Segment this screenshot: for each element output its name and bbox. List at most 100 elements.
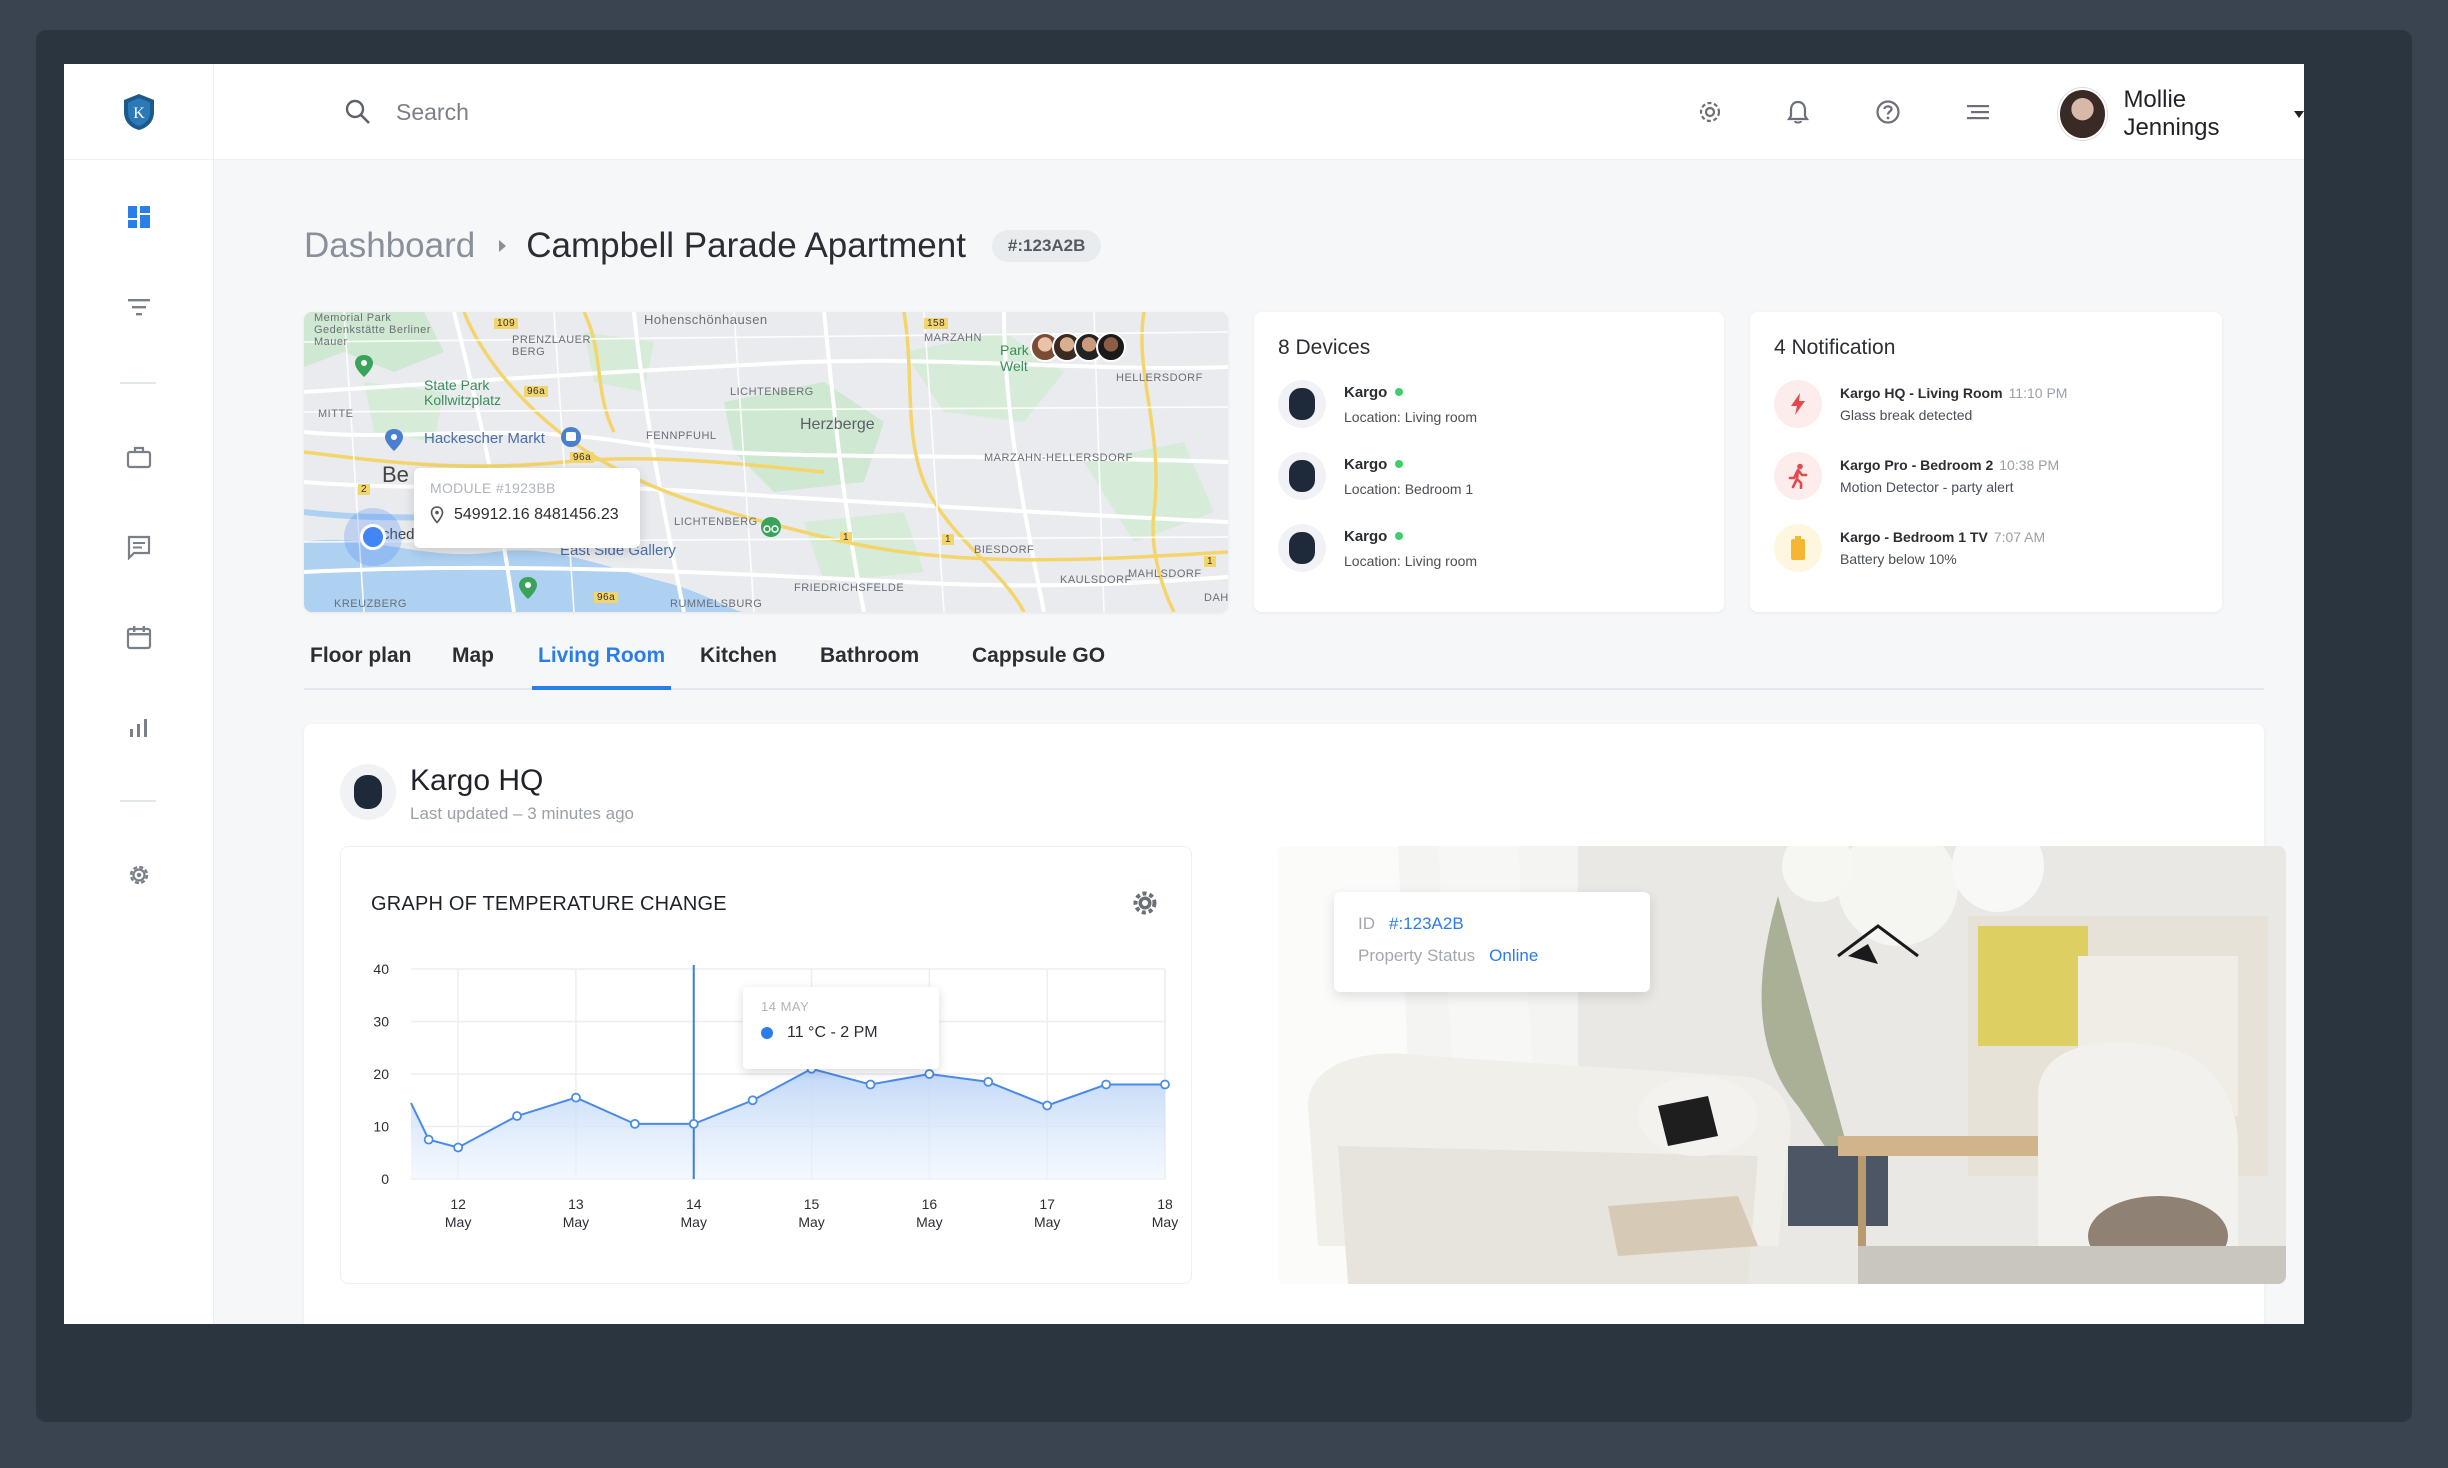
user-name[interactable]: Mollie Jennings <box>2123 86 2280 142</box>
chart-tooltip: 14 MAY 11 °C - 2 PM <box>743 987 939 1069</box>
map-label: Herzberge <box>800 416 875 433</box>
module-coords-row: 549912.16 8481456.23 <box>430 506 624 524</box>
notification-item[interactable]: Kargo - Bedroom 1 TV 7:07 AM Battery belo… <box>1774 524 2045 572</box>
calendar-icon[interactable] <box>114 612 164 662</box>
filter-icon[interactable] <box>114 282 164 332</box>
series-dot <box>761 1027 773 1039</box>
search-input[interactable] <box>396 98 696 126</box>
speaker-icon <box>340 764 396 820</box>
online-status-dot <box>1395 388 1404 396</box>
page-title: Campbell Parade Apartment <box>526 226 966 265</box>
device-item[interactable]: Kargo Location: Bedroom 1 <box>1278 452 1473 500</box>
speaker-icon <box>1278 452 1326 500</box>
notification-title: Kargo - Bedroom 1 TV <box>1840 529 1988 545</box>
chevron-down-icon[interactable] <box>2294 110 2304 118</box>
notification-item[interactable]: Kargo Pro - Bedroom 2 10:38 PM Motion Det… <box>1774 452 2059 500</box>
notification-item[interactable]: Kargo HQ - Living Room 11:10 PM Glass bre… <box>1774 380 2067 428</box>
x-tick-label: 18 <box>1157 1196 1173 1212</box>
data-point <box>924 1069 935 1079</box>
data-point <box>571 1092 581 1103</box>
x-tick-label: 16 <box>922 1196 938 1212</box>
map-label: MITTE <box>318 408 354 420</box>
notification-desc: Motion Detector - party alert <box>1840 479 2014 495</box>
tab-map[interactable]: Map <box>446 644 500 690</box>
shield-logo-icon: K <box>123 93 154 130</box>
tooltip-date: 14 MAY <box>761 999 810 1014</box>
property-status-value: Online <box>1489 946 1539 965</box>
data-point <box>1160 1079 1170 1090</box>
data-point <box>1042 1100 1053 1111</box>
tab-living-room[interactable]: Living Room <box>532 644 672 690</box>
device-location: Location: Bedroom 1 <box>1344 480 1474 497</box>
map-label: BIESDORF <box>974 544 1035 556</box>
property-info-card: ID #:123A2B Property Status Online <box>1334 892 1650 992</box>
map-label: Memorial Park Gedenkstätte Berliner Maue… <box>314 312 431 348</box>
lightning-icon <box>1774 380 1822 428</box>
map-label: Hohenschönhausen <box>644 312 768 327</box>
avatar[interactable] <box>2058 88 2108 140</box>
property-id-label: ID <box>1358 914 1375 933</box>
map-pin-icon <box>355 355 373 377</box>
tab-cappsule-go[interactable]: Cappsule GO <box>966 644 1111 690</box>
breadcrumb-dashboard-link[interactable]: Dashboard <box>304 226 475 266</box>
map-card[interactable]: Memorial Park Gedenkstätte Berliner Maue… <box>304 312 1228 612</box>
room-tabs: Floor plan Map Living Room Kitchen Bathr… <box>304 644 2264 690</box>
bar-chart-icon[interactable] <box>114 702 164 752</box>
battery-icon <box>1774 524 1822 572</box>
message-icon[interactable] <box>114 522 164 572</box>
device-item[interactable]: Kargo Location: Living room <box>1278 524 1477 572</box>
data-point <box>983 1076 994 1087</box>
x-tick-label: May <box>445 1214 471 1230</box>
road-number: 158 <box>924 318 949 329</box>
tab-kitchen[interactable]: Kitchen <box>694 644 783 690</box>
x-tick-label: 12 <box>450 1196 466 1212</box>
device-name: Kargo <box>1344 455 1388 473</box>
tab-bathroom[interactable]: Bathroom <box>814 644 925 690</box>
map-label: PRENZLAUER BERG <box>512 334 591 358</box>
data-point <box>865 1079 876 1090</box>
menu-icon[interactable] <box>1960 94 1996 130</box>
user-menu[interactable]: Mollie Jennings <box>2058 86 2304 142</box>
temperature-graph-card: GRAPH OF TEMPERATURE CHANGE 0 10 20 30 40 12 M… <box>340 846 1192 1284</box>
notification-title: Kargo HQ - Living Room <box>1840 385 2003 401</box>
x-tick-label: 15 <box>804 1196 820 1212</box>
data-point <box>1101 1079 1111 1090</box>
logo[interactable]: K <box>64 64 213 160</box>
notification-time: 11:10 PM <box>2008 385 2068 401</box>
location-dot[interactable] <box>360 524 386 550</box>
briefcase-icon[interactable] <box>114 432 164 482</box>
road-number: 1 <box>1204 556 1217 567</box>
x-tick-label: May <box>916 1214 942 1230</box>
notification-title: Kargo Pro - Bedroom 2 <box>1840 457 1994 473</box>
tab-floor-plan[interactable]: Floor plan <box>304 644 418 690</box>
settings-icon[interactable] <box>1692 94 1728 130</box>
gear-icon[interactable] <box>114 850 164 900</box>
device-item[interactable]: Kargo Location: Living room <box>1278 380 1477 428</box>
property-status-label: Property Status <box>1358 946 1476 965</box>
road-number: 1 <box>942 534 955 545</box>
room-photo: ID #:123A2B Property Status Online <box>1278 846 2286 1284</box>
y-tick-label: 30 <box>373 1014 389 1030</box>
notification-time: 7:07 AM <box>1993 529 2046 545</box>
map-pin-icon <box>385 429 403 451</box>
road-number: 96a <box>524 386 549 397</box>
map-label: Be <box>382 462 409 487</box>
module-id: MODULE #1923BB <box>430 480 556 496</box>
data-point <box>423 1134 434 1145</box>
gear-icon[interactable] <box>1131 889 1159 917</box>
sidebar-divider <box>120 382 156 384</box>
help-icon[interactable] <box>1870 94 1906 130</box>
module-tooltip: MODULE #1923BB 549912.16 8481456.23 <box>414 468 640 548</box>
speaker-icon <box>1278 524 1326 572</box>
avatar[interactable] <box>1096 332 1126 362</box>
map-label: FENNPFUHL <box>646 430 717 442</box>
x-tick-label: May <box>1034 1214 1060 1230</box>
x-tick-label: May <box>1152 1214 1178 1230</box>
dashboard-icon[interactable] <box>114 192 164 242</box>
property-id-value[interactable]: #:123A2B <box>1389 914 1464 934</box>
map-user-avatars[interactable] <box>1030 332 1126 362</box>
map-pin-icon <box>519 577 537 599</box>
data-point <box>512 1111 522 1121</box>
bell-icon[interactable] <box>1780 94 1816 130</box>
search-icon[interactable] <box>344 98 372 126</box>
